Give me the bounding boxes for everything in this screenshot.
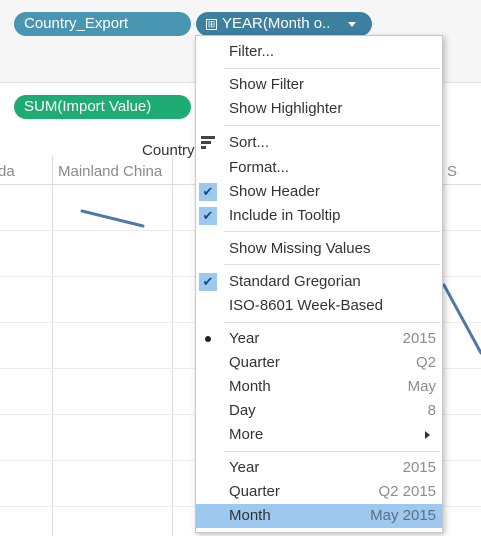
menu-item-label: Show Filter <box>229 76 305 93</box>
checkmark-icon: ✔ <box>199 273 217 291</box>
united-states-line <box>442 283 481 355</box>
menu-item-label: Sort... <box>229 134 270 151</box>
menu-separator <box>224 231 440 232</box>
menu-item-label: Standard Gregorian <box>229 273 361 290</box>
menu-separator <box>224 68 440 69</box>
menu-item-sort[interactable]: Sort... <box>196 131 442 155</box>
menu-item-year-discrete[interactable]: Year 2015 <box>196 327 442 351</box>
country-export-pill[interactable]: Country_Export <box>14 12 191 36</box>
chevron-right-icon <box>425 431 430 439</box>
menu-item-month-continuous[interactable]: Month May 2015 <box>196 504 442 528</box>
year-month-pill[interactable]: ⊞ YEAR(Month o.. <box>196 12 372 36</box>
menu-item-label: Include in Tooltip <box>229 207 341 224</box>
checkmark-icon: ✔ <box>199 183 217 201</box>
menu-item-label: Month <box>229 507 271 524</box>
sort-icon <box>201 136 215 150</box>
menu-item-show-header[interactable]: ✔ Show Header <box>196 180 442 204</box>
menu-item-iso-week-based[interactable]: ISO-8601 Week-Based <box>196 294 442 318</box>
menu-item-example: May <box>407 378 436 395</box>
menu-item-label: Show Header <box>229 183 320 200</box>
menu-item-month-discrete[interactable]: Month May <box>196 375 442 399</box>
menu-item-label: Show Missing Values <box>229 240 371 257</box>
date-pill-context-menu: Filter... Show Filter Show Highlighter S… <box>195 35 443 533</box>
menu-item-label: ISO-8601 Week-Based <box>229 297 383 314</box>
menu-separator <box>224 125 440 126</box>
menu-item-show-missing-values[interactable]: Show Missing Values <box>196 237 442 261</box>
menu-item-label: More <box>229 426 264 443</box>
menu-item-label: Show Highlighter <box>229 100 343 117</box>
menu-item-filter[interactable]: Filter... <box>196 40 442 64</box>
menu-item-label: Filter... <box>229 43 275 60</box>
menu-item-example: 2015 <box>402 459 436 476</box>
menu-item-label: Format... <box>229 159 290 176</box>
menu-item-standard-gregorian[interactable]: ✔ Standard Gregorian <box>196 270 442 294</box>
menu-item-label: Quarter <box>229 483 280 500</box>
menu-item-quarter-continuous[interactable]: Quarter Q2 2015 <box>196 480 442 504</box>
mainland-china-line <box>80 209 145 228</box>
menu-item-year-continuous[interactable]: Year 2015 <box>196 456 442 480</box>
expand-icon[interactable]: ⊞ <box>206 19 217 30</box>
menu-item-show-filter[interactable]: Show Filter <box>196 73 442 97</box>
menu-item-example: May 2015 <box>370 507 436 524</box>
menu-item-day-discrete[interactable]: Day 8 <box>196 399 442 423</box>
menu-item-format[interactable]: Format... <box>196 156 442 180</box>
menu-separator <box>224 451 440 452</box>
menu-item-include-in-tooltip[interactable]: ✔ Include in Tooltip <box>196 204 442 228</box>
menu-separator <box>224 264 440 265</box>
menu-item-label: Year <box>229 330 260 347</box>
menu-item-example: 2015 <box>402 330 436 347</box>
menu-item-label: Year <box>229 459 260 476</box>
menu-item-show-highlighter[interactable]: Show Highlighter <box>196 97 442 121</box>
menu-item-label: Quarter <box>229 354 280 371</box>
menu-item-quarter-discrete[interactable]: Quarter Q2 <box>196 351 442 375</box>
year-month-pill-label: YEAR(Month o.. <box>222 15 331 32</box>
menu-item-more[interactable]: More <box>196 423 442 447</box>
radio-selected-icon <box>205 336 211 342</box>
menu-item-example: Q2 <box>415 354 436 371</box>
menu-separator <box>224 322 440 323</box>
menu-item-label: Month <box>229 378 271 395</box>
menu-item-example: Q2 2015 <box>378 483 436 500</box>
menu-item-example: 8 <box>427 402 436 419</box>
menu-item-label: Day <box>229 402 256 419</box>
chevron-down-icon[interactable] <box>348 22 356 27</box>
checkmark-icon: ✔ <box>199 207 217 225</box>
